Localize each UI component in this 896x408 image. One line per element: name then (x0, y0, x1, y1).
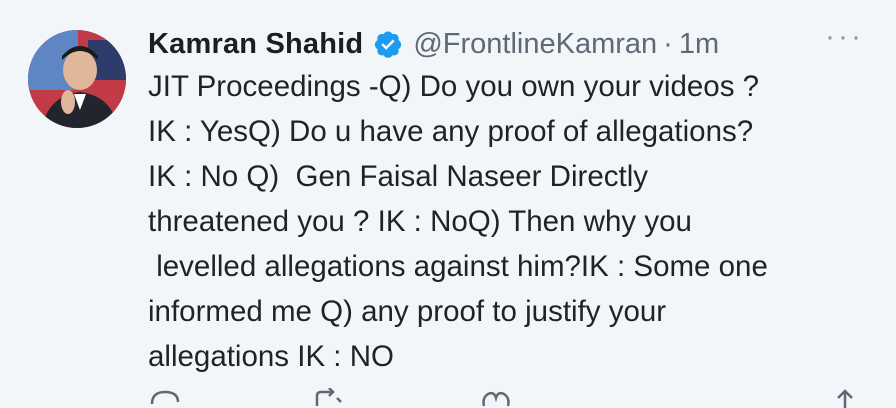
more-options-icon[interactable]: ··· (825, 20, 864, 54)
retweet-icon[interactable] (313, 388, 347, 408)
tweet-header: Kamran Shahid @FrontlineKamran · 1m (148, 22, 719, 66)
tweet-text-line: threatened you ? IK : NoQ) Then why you (148, 205, 692, 238)
reply-icon[interactable] (148, 388, 182, 408)
tweet-card[interactable]: Kamran Shahid @FrontlineKamran · 1m ··· … (0, 0, 896, 408)
share-icon[interactable] (828, 388, 862, 408)
tweet-text-line: IK : YesQ) Do u have any proof of allega… (148, 115, 754, 148)
tweet-text: JIT Proceedings -Q) Do you own your vide… (148, 64, 878, 379)
separator-dot: · (663, 27, 673, 60)
tweet-timestamp[interactable]: 1m (679, 28, 719, 61)
avatar[interactable] (28, 30, 126, 128)
verified-badge-icon (373, 29, 403, 59)
tweet-text-line: IK : No Q) Gen Faisal Naseer Directly (148, 160, 649, 193)
avatar-image (28, 30, 126, 128)
tweet-text-line: informed me Q) any proof to justify your (148, 295, 667, 328)
tweet-text-line: JIT Proceedings -Q) Do you own your vide… (148, 70, 760, 103)
action-bar (148, 388, 868, 408)
author-name[interactable]: Kamran Shahid (148, 28, 363, 61)
like-icon[interactable] (478, 388, 512, 408)
tweet-text-line: allegations IK : NO (148, 340, 394, 373)
author-handle[interactable]: @FrontlineKamran (413, 28, 657, 61)
tweet-text-line: levelled allegations against him?IK : So… (148, 250, 768, 283)
